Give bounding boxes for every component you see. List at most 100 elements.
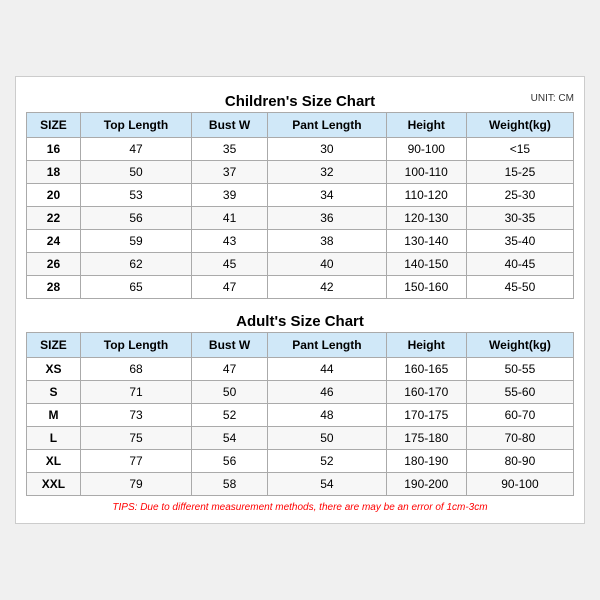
table-row: XL775652180-19080-90	[27, 450, 574, 473]
table-cell: 73	[80, 404, 191, 427]
table-cell: 18	[27, 161, 81, 184]
table-cell: 90-100	[466, 473, 573, 496]
table-cell: 140-150	[386, 253, 466, 276]
table-row: 26624540140-15040-45	[27, 253, 574, 276]
table-row: L755450175-18070-80	[27, 427, 574, 450]
table-cell: 60-70	[466, 404, 573, 427]
table-cell: 26	[27, 253, 81, 276]
table-cell: 100-110	[386, 161, 466, 184]
table-cell: 110-120	[386, 184, 466, 207]
children-header-cell: Top Length	[80, 113, 191, 138]
children-header-cell: Height	[386, 113, 466, 138]
table-cell: 50	[80, 161, 191, 184]
table-cell: 34	[268, 184, 386, 207]
table-row: 20533934110-12025-30	[27, 184, 574, 207]
table-cell: 50	[268, 427, 386, 450]
table-row: 18503732100-11015-25	[27, 161, 574, 184]
chart-container: Children's Size Chart UNIT: CM SIZETop L…	[15, 76, 585, 524]
table-cell: 30	[268, 138, 386, 161]
children-header-cell: Pant Length	[268, 113, 386, 138]
table-row: 24594338130-14035-40	[27, 230, 574, 253]
table-cell: 77	[80, 450, 191, 473]
table-cell: 50	[192, 381, 268, 404]
table-cell: 42	[268, 276, 386, 299]
table-cell: M	[27, 404, 81, 427]
table-cell: S	[27, 381, 81, 404]
children-header-row: SIZETop LengthBust WPant LengthHeightWei…	[27, 113, 574, 138]
table-cell: 38	[268, 230, 386, 253]
table-cell: 37	[192, 161, 268, 184]
table-cell: 47	[80, 138, 191, 161]
table-cell: 40-45	[466, 253, 573, 276]
table-cell: 53	[80, 184, 191, 207]
table-cell: XL	[27, 450, 81, 473]
table-cell: 70-80	[466, 427, 573, 450]
table-cell: 50-55	[466, 358, 573, 381]
children-header-cell: Bust W	[192, 113, 268, 138]
table-cell: 48	[268, 404, 386, 427]
adults-header-cell: Pant Length	[268, 333, 386, 358]
table-cell: 160-170	[386, 381, 466, 404]
table-cell: 150-160	[386, 276, 466, 299]
table-cell: 15-25	[466, 161, 573, 184]
table-cell: 68	[80, 358, 191, 381]
table-cell: 59	[80, 230, 191, 253]
table-row: M735248170-17560-70	[27, 404, 574, 427]
table-cell: 52	[192, 404, 268, 427]
adults-header-cell: SIZE	[27, 333, 81, 358]
table-cell: 25-30	[466, 184, 573, 207]
table-cell: 79	[80, 473, 191, 496]
table-cell: 80-90	[466, 450, 573, 473]
table-cell: XS	[27, 358, 81, 381]
table-cell: 44	[268, 358, 386, 381]
table-cell: 47	[192, 276, 268, 299]
adults-header-cell: Top Length	[80, 333, 191, 358]
table-cell: 39	[192, 184, 268, 207]
adults-section-title: Adult's Size Chart	[26, 307, 574, 332]
table-cell: 180-190	[386, 450, 466, 473]
adults-header-cell: Height	[386, 333, 466, 358]
table-cell: 90-100	[386, 138, 466, 161]
table-cell: 56	[192, 450, 268, 473]
table-row: XXL795854190-20090-100	[27, 473, 574, 496]
table-cell: 65	[80, 276, 191, 299]
table-cell: 36	[268, 207, 386, 230]
table-cell: 45	[192, 253, 268, 276]
table-cell: 16	[27, 138, 81, 161]
adults-header-cell: Weight(kg)	[466, 333, 573, 358]
adults-title-text: Adult's Size Chart	[236, 313, 364, 330]
table-cell: 43	[192, 230, 268, 253]
table-cell: 130-140	[386, 230, 466, 253]
table-cell: 62	[80, 253, 191, 276]
table-cell: 54	[268, 473, 386, 496]
table-cell: 52	[268, 450, 386, 473]
table-row: 28654742150-16045-50	[27, 276, 574, 299]
table-cell: 40	[268, 253, 386, 276]
table-cell: 46	[268, 381, 386, 404]
table-cell: 22	[27, 207, 81, 230]
table-cell: 32	[268, 161, 386, 184]
table-cell: 54	[192, 427, 268, 450]
children-header-cell: Weight(kg)	[466, 113, 573, 138]
table-cell: 56	[80, 207, 191, 230]
table-cell: 30-35	[466, 207, 573, 230]
table-cell: 75	[80, 427, 191, 450]
table-cell: 120-130	[386, 207, 466, 230]
table-cell: 41	[192, 207, 268, 230]
table-cell: 35-40	[466, 230, 573, 253]
table-cell: L	[27, 427, 81, 450]
table-cell: 55-60	[466, 381, 573, 404]
table-row: 22564136120-13030-35	[27, 207, 574, 230]
table-cell: 35	[192, 138, 268, 161]
adults-size-table: SIZETop LengthBust WPant LengthHeightWei…	[26, 332, 574, 496]
table-row: XS684744160-16550-55	[27, 358, 574, 381]
table-cell: 160-165	[386, 358, 466, 381]
children-title-text: Children's Size Chart	[225, 93, 375, 110]
table-cell: 190-200	[386, 473, 466, 496]
table-cell: 24	[27, 230, 81, 253]
children-header-cell: SIZE	[27, 113, 81, 138]
table-cell: <15	[466, 138, 573, 161]
adults-header-row: SIZETop LengthBust WPant LengthHeightWei…	[27, 333, 574, 358]
table-cell: 28	[27, 276, 81, 299]
table-cell: 45-50	[466, 276, 573, 299]
